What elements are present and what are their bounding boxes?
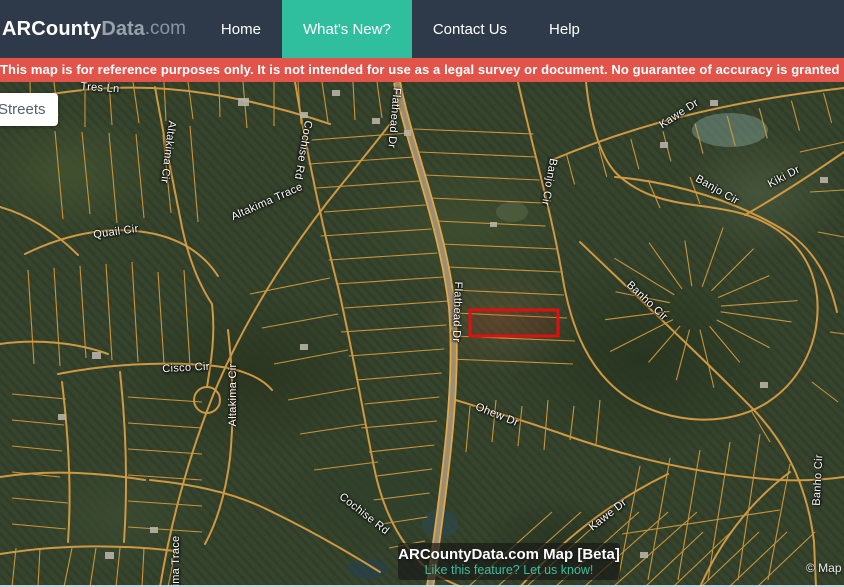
roads-layer — [0, 82, 844, 587]
parcel-map-graphic — [0, 82, 844, 587]
nav-item-help[interactable]: Help — [528, 0, 601, 58]
disclaimer-banner: This map is for reference purposes only.… — [0, 58, 844, 82]
terrain-patches — [348, 113, 768, 579]
brand-part-data: Data — [101, 18, 144, 41]
brand-part-arcounty: ARCounty — [2, 18, 101, 41]
selected-parcel-highlight — [470, 310, 558, 336]
map-canvas[interactable]: Tres LnAltakima CirCochise RdFlathead Dr… — [0, 82, 844, 587]
brand-logo[interactable]: ARCountyData.com — [0, 0, 186, 58]
disclaimer-text: This map is for reference purposes only.… — [0, 62, 840, 77]
app-window: ARCountyData.com Home What's New? Contac… — [0, 0, 844, 587]
nav-item-contact-us[interactable]: Contact Us — [412, 0, 528, 58]
nav-item-home[interactable]: Home — [200, 0, 282, 58]
main-nav: Home What's New? Contact Us Help — [200, 0, 601, 58]
basemap-streets-button[interactable]: Streets — [0, 93, 58, 126]
map-title-overlay: ARCountyData.com Map [Beta] Like this fe… — [398, 543, 620, 580]
map-attribution: © Map — [806, 561, 842, 575]
nav-item-whats-new[interactable]: What's New? — [282, 0, 412, 58]
top-navbar: ARCountyData.com Home What's New? Contac… — [0, 0, 844, 58]
map-title: ARCountyData.com Map [Beta] — [398, 546, 620, 563]
brand-part-com: .com — [145, 18, 186, 40]
feedback-link[interactable]: Like this feature? Let us know! — [398, 563, 620, 577]
